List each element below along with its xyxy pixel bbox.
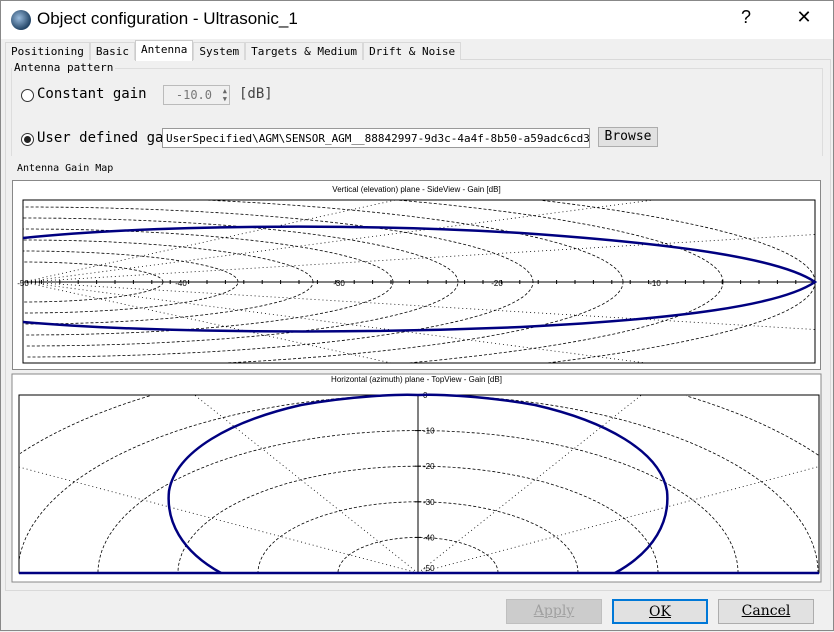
side-contour	[27, 282, 534, 358]
side-tick-label: -30	[333, 279, 345, 288]
side-contour	[24, 282, 164, 303]
side-contour	[409, 282, 724, 364]
side-contour	[23, 228, 394, 282]
side-contour	[23, 206, 534, 282]
top-tick-label: -50	[423, 564, 435, 573]
side-radial	[22, 199, 654, 283]
side-tick-label: -20	[491, 279, 503, 288]
top-tick-label: -20	[423, 462, 435, 471]
side-contour	[26, 282, 459, 347]
side-contour	[208, 199, 624, 282]
side-contour	[23, 239, 314, 282]
top-tick-label: -30	[423, 498, 435, 507]
side-contour	[23, 250, 239, 282]
top-view-title: Horizontal (azimuth) plane - TopView - G…	[331, 375, 502, 384]
gain-map-charts: -50 -40 -30 -20 -10 0-10-20-30-40-50	[11, 199, 822, 583]
side-contour	[24, 282, 239, 314]
top-tick-label: -40	[423, 533, 435, 542]
cancel-button[interactable]: Cancel	[718, 599, 814, 624]
side-view-pattern	[22, 225, 818, 333]
side-radial	[22, 234, 816, 283]
side-contour	[542, 200, 816, 282]
side-tick-label: -50	[17, 279, 29, 288]
top-tick-label: -10	[423, 427, 435, 436]
apply-button[interactable]: Apply	[506, 599, 602, 624]
side-tick-label: -10	[649, 279, 661, 288]
side-tick-label: -40	[175, 279, 187, 288]
ok-button[interactable]: OK	[612, 599, 708, 624]
side-contour	[25, 282, 314, 325]
side-contour	[23, 261, 164, 282]
side-contour	[228, 282, 624, 364]
side-radial	[22, 281, 392, 364]
top-view-plot	[11, 373, 822, 583]
side-radial	[22, 281, 816, 330]
side-contour	[399, 199, 724, 282]
